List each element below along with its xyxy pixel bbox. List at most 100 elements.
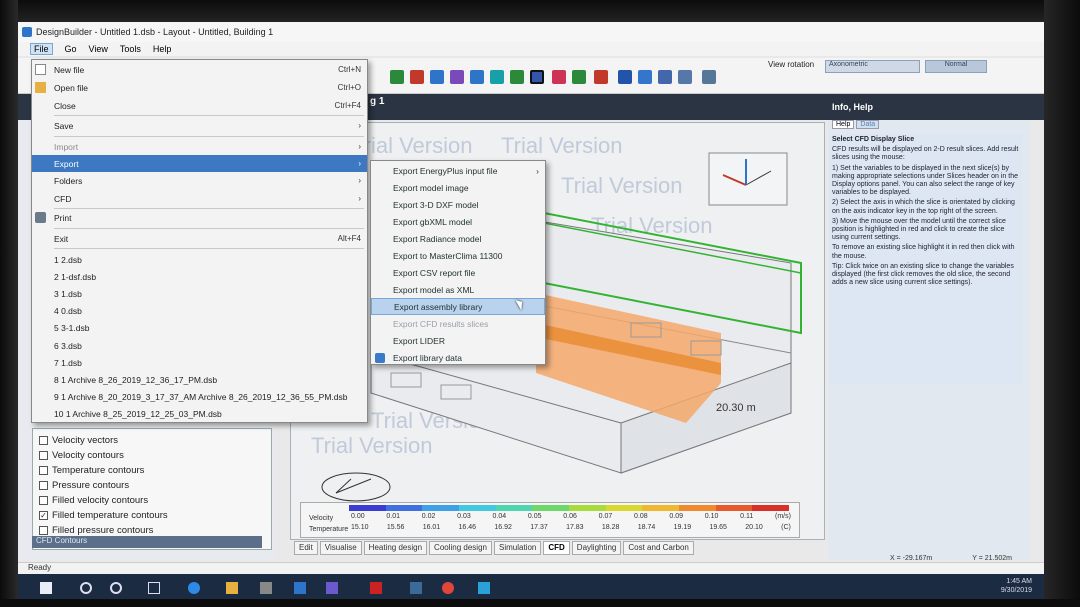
tool-icon[interactable] (702, 70, 716, 84)
cortana-icon[interactable] (110, 582, 122, 594)
task-view-icon[interactable] (148, 582, 160, 594)
checkbox-icon[interactable] (39, 466, 48, 475)
tab-simulation[interactable]: Simulation (493, 541, 542, 555)
menu-view[interactable]: View (89, 44, 108, 54)
export-menu-item[interactable]: Export gbXML model (371, 213, 545, 230)
tool-icon[interactable] (594, 70, 608, 84)
tab-cfd[interactable]: CFD (543, 541, 570, 555)
recent-file-item[interactable]: 2 1-dsf.dsb (32, 268, 367, 285)
tab-heating-design[interactable]: Heating design (363, 541, 428, 555)
menu-item-print[interactable]: Print (32, 209, 367, 226)
tool-icon[interactable] (510, 70, 524, 84)
recent-file-item[interactable]: 4 0.dsb (32, 303, 367, 320)
status-text: Ready (28, 563, 52, 572)
view-rotation-select[interactable]: Axonometric (825, 60, 920, 73)
menu-file[interactable]: File (30, 43, 53, 55)
tab-cooling-design[interactable]: Cooling design (429, 541, 492, 555)
acrobat-icon[interactable] (370, 582, 382, 594)
windows-start-icon[interactable] (40, 582, 52, 594)
legend-tick-label: 18.28 (601, 524, 620, 531)
app-icon (22, 27, 32, 37)
recent-file-item[interactable]: 8 1 Archive 8_26_2019_12_36_17_PM.dsb (32, 371, 367, 388)
export-menu-item[interactable]: Export LIDER (371, 332, 545, 349)
tab-daylighting[interactable]: Daylighting (571, 541, 622, 555)
checkbox-icon[interactable] (39, 526, 48, 535)
cfd-option[interactable]: Filled velocity contours (39, 493, 265, 508)
export-menu-item[interactable]: Export 3-D DXF model (371, 196, 545, 213)
menu-item-import[interactable]: Import › (32, 138, 367, 155)
recent-file-item[interactable]: 7 1.dsb (32, 354, 367, 371)
export-menu-item[interactable]: Export Radiance model (371, 230, 545, 247)
cfd-option[interactable]: Velocity contours (39, 448, 265, 463)
edge-icon[interactable] (188, 582, 200, 594)
menu-tools[interactable]: Tools (120, 44, 141, 54)
tool-icon[interactable] (572, 70, 586, 84)
tool-icon[interactable] (658, 70, 672, 84)
app-icon[interactable] (326, 582, 338, 594)
export-menu-item[interactable]: Export model image (371, 179, 545, 196)
export-menu-item[interactable]: Export CSV report file (371, 264, 545, 281)
tool-icon[interactable] (638, 70, 652, 84)
tool-icon[interactable] (530, 70, 544, 84)
export-menu-item[interactable]: Export model as XML (371, 281, 545, 298)
store-icon[interactable] (260, 582, 272, 594)
checkbox-icon[interactable] (39, 436, 48, 445)
export-menu-item[interactable]: Export EnergyPlus input file › (371, 162, 545, 179)
tool-icon[interactable] (450, 70, 464, 84)
tab-edit[interactable]: Edit (294, 541, 318, 555)
file-explorer-icon[interactable] (226, 582, 238, 594)
system-tray-clock[interactable]: 1:45 AM 9/30/2019 (1001, 577, 1032, 595)
menu-item-export[interactable]: Export › (32, 155, 367, 172)
legend-tick-label: 16.46 (458, 524, 477, 531)
menu-go[interactable]: Go (65, 44, 77, 54)
app-icon[interactable] (410, 582, 422, 594)
tool-icon[interactable] (490, 70, 504, 84)
tool-icon[interactable] (618, 70, 632, 84)
menu-item-folders[interactable]: Folders › (32, 172, 367, 189)
tab-help[interactable]: Help (832, 120, 855, 129)
menu-item-cfd[interactable]: CFD › (32, 190, 367, 207)
recent-file-item[interactable]: 3 1.dsb (32, 285, 367, 302)
cfd-option[interactable]: Velocity vectors (39, 433, 265, 448)
recent-file-item[interactable]: 9 1 Archive 8_20_2019_3_17_37_AM Archive… (32, 389, 367, 406)
designbuilder-icon[interactable] (478, 582, 490, 594)
mail-icon[interactable] (294, 582, 306, 594)
checkbox-icon[interactable] (39, 451, 48, 460)
menu-item-close[interactable]: Close Ctrl+F4 (32, 97, 367, 114)
normal-view-button[interactable]: Normal (925, 60, 987, 73)
menu-item-new-file[interactable]: New file Ctrl+N (32, 61, 367, 78)
menu-item-exit[interactable]: Exit Alt+F4 (32, 230, 367, 247)
menu-item-save[interactable]: Save › (32, 117, 367, 134)
checkbox-icon[interactable] (39, 481, 48, 490)
recent-file-item[interactable]: 10 1 Archive 8_25_2019_12_25_03_PM.dsb (32, 406, 367, 423)
tool-icon[interactable] (678, 70, 692, 84)
tab-cost-and-carbon[interactable]: Cost and Carbon (623, 541, 694, 555)
recent-file-item[interactable]: 6 3.dsb (32, 337, 367, 354)
menu-help[interactable]: Help (153, 44, 172, 54)
legend-tick-label: 0.05 (527, 513, 542, 520)
help-step: 3) Move the mouse over the model until t… (832, 217, 1006, 242)
tool-icon[interactable] (410, 70, 424, 84)
tool-icon[interactable] (430, 70, 444, 84)
recent-file-item[interactable]: 1 2.dsb (32, 251, 367, 268)
export-menu-item[interactable]: Export to MasterClima 11300 (371, 247, 545, 264)
chart-icon[interactable] (552, 70, 566, 84)
checkbox-icon[interactable] (39, 496, 48, 505)
cfd-option[interactable]: Pressure contours (39, 478, 265, 493)
cfd-option[interactable]: Temperature contours (39, 463, 265, 478)
monitor-bezel (0, 0, 18, 607)
search-icon[interactable] (80, 582, 92, 594)
tab-data[interactable]: Data (856, 120, 880, 129)
checkbox-checked-icon[interactable]: ✓ (39, 511, 48, 520)
export-menu-item[interactable]: Export library data (371, 349, 545, 366)
cfd-option[interactable]: ✓ Filled temperature contours (39, 508, 265, 523)
refresh-icon[interactable] (390, 70, 404, 84)
tab-visualise[interactable]: Visualise (319, 541, 362, 555)
open-folder-icon (35, 82, 46, 93)
menu-item-open-file[interactable]: Open file Ctrl+O (32, 79, 367, 96)
legend-tick-label: 0.03 (457, 513, 471, 520)
chrome-icon[interactable] (442, 582, 454, 594)
recent-file-item[interactable]: 5 3-1.dsb (32, 320, 367, 337)
tool-icon[interactable] (470, 70, 484, 84)
export-menu-item[interactable]: Export CFD results slices (371, 315, 545, 332)
